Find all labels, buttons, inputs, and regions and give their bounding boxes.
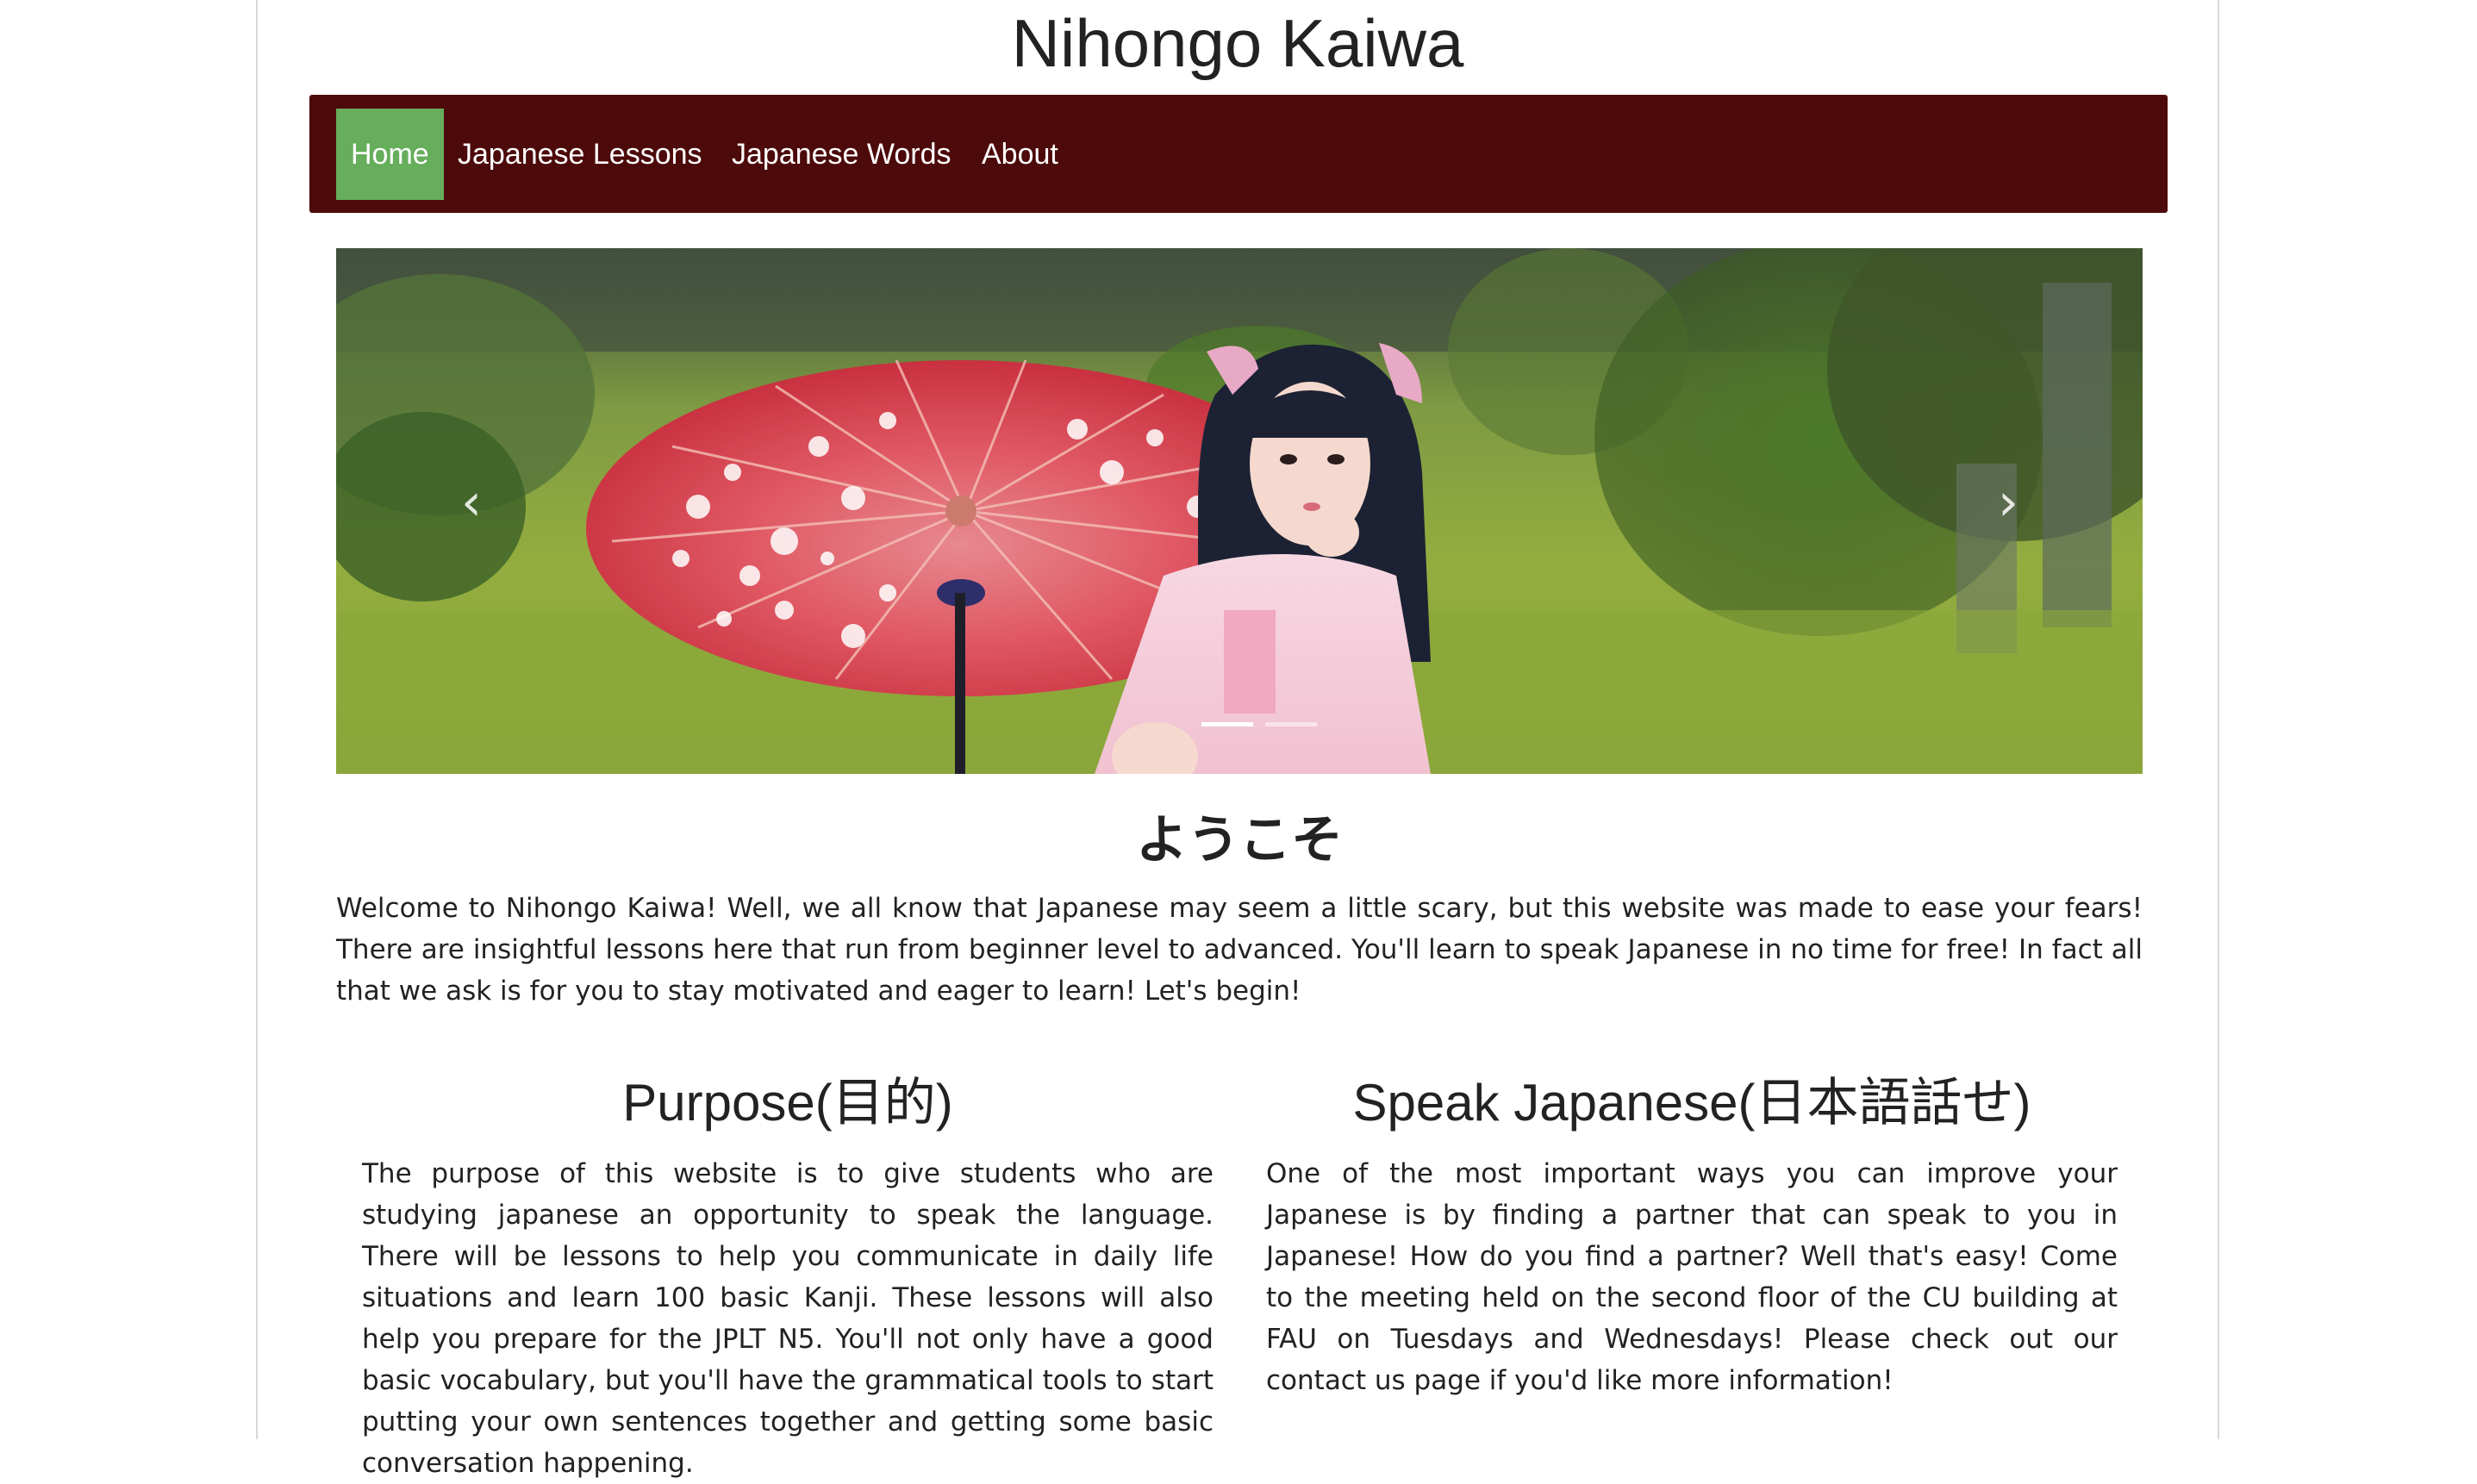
speak-japanese-text: One of the most important ways you can i…: [1266, 1158, 2118, 1396]
chevron-right-icon: ›: [1998, 472, 2018, 533]
welcome-text: Welcome to Nihongo Kaiwa! Well, we all k…: [336, 893, 2143, 1007]
welcome-heading: ようこそ: [1136, 810, 1343, 870]
navbar: Home Japanese Lessons Japanese Words Abo…: [309, 95, 2168, 213]
carousel-next-button[interactable]: ›: [1982, 468, 2034, 537]
page-container: Nihongo Kaiwa Home Japanese Lessons Japa…: [256, 0, 2219, 1479]
carousel-slide-image: [336, 248, 2143, 774]
purpose-text: The purpose of this website is to give s…: [362, 1158, 1214, 1479]
speak-japanese-heading: Speak Japanese(日本語話せ): [1352, 1074, 2031, 1132]
nav-item-home[interactable]: Home: [336, 109, 444, 200]
chevron-left-icon: ‹: [461, 472, 482, 533]
image-carousel[interactable]: ‹ ›: [336, 248, 2143, 774]
nav-item-japanese-lessons[interactable]: Japanese Lessons: [458, 109, 702, 200]
carousel-prev-button[interactable]: ‹: [446, 468, 497, 537]
nav-item-about[interactable]: About: [982, 109, 1058, 200]
nav-item-japanese-words[interactable]: Japanese Words: [732, 109, 951, 200]
carousel-indicator-1[interactable]: [1201, 722, 1253, 726]
site-title: Nihongo Kaiwa: [1011, 5, 1464, 81]
purpose-heading: Purpose(目的): [622, 1074, 953, 1132]
carousel-indicator-2[interactable]: [1265, 722, 1317, 726]
